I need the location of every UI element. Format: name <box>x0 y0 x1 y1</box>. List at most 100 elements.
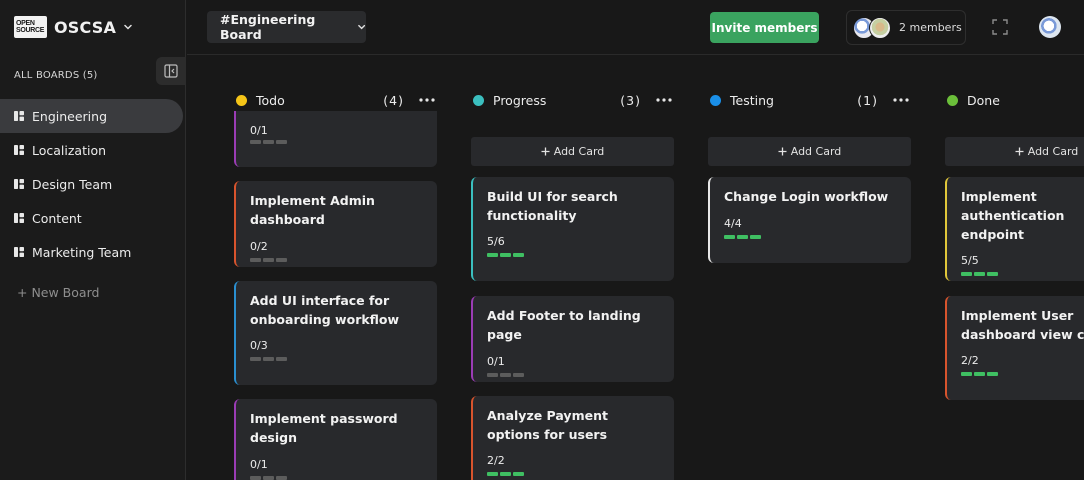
column-title: Testing <box>730 92 774 108</box>
sidebar-item-marketing-team[interactable]: Marketing Team <box>0 235 183 269</box>
progress-segment <box>263 258 274 262</box>
open-source-logo: OPEN SOURCE <box>14 16 47 38</box>
progress-bar <box>487 472 660 476</box>
progress-segment <box>724 235 735 239</box>
add-card-button[interactable]: Add Card <box>945 137 1084 166</box>
sidebar-item-design-team[interactable]: Design Team <box>0 167 183 201</box>
card-progress: 2/2 <box>961 354 979 367</box>
progress-bar <box>724 235 897 239</box>
sidebar-collapse-icon <box>164 64 178 78</box>
column-header: Todo (4) <box>234 91 438 109</box>
task-card[interactable]: Add Footer to landing page 0/1 <box>471 296 674 382</box>
invite-members-button[interactable]: Invite members <box>710 12 819 43</box>
progress-bar <box>961 372 1084 376</box>
progress-segment <box>263 140 274 144</box>
progress-segment <box>513 253 524 257</box>
members-count: 2 members <box>899 21 962 34</box>
progress-segment <box>487 253 498 257</box>
chevron-down-icon <box>124 24 132 30</box>
progress-segment <box>961 272 972 276</box>
progress-bar <box>250 258 423 262</box>
progress-segment <box>961 372 972 376</box>
card-progress: 0/3 <box>250 339 268 352</box>
progress-segment <box>276 357 287 361</box>
sidebar-item-engineering[interactable]: Engineering <box>0 99 183 133</box>
task-card[interactable]: Change Login workflow 4/4 <box>708 177 911 263</box>
column-count: (1) <box>857 92 878 108</box>
progress-segment <box>250 140 261 144</box>
avatar <box>869 16 891 39</box>
logo-line-1: OPEN <box>16 20 35 27</box>
task-card[interactable]: Build UI for search functionality 5/6 <box>471 177 674 281</box>
card-progress: 0/1 <box>250 458 268 471</box>
board-icon <box>14 111 24 121</box>
task-card[interactable]: Analyze Payment options for users 2/2 <box>471 396 674 480</box>
fullscreen-icon[interactable] <box>992 19 1008 35</box>
card-progress: 0/1 <box>250 124 268 137</box>
plus-icon <box>1015 147 1024 156</box>
add-card-label: Add Card <box>1027 145 1079 158</box>
chevron-down-icon <box>357 24 365 30</box>
progress-segment <box>250 258 261 262</box>
more-dots-icon[interactable] <box>893 94 909 106</box>
sidebar: OPEN SOURCE OSCSA ALL BOARDS (5) Enginee… <box>0 0 186 480</box>
board-selector-label: #Engineering Board <box>220 12 316 42</box>
new-board-button[interactable]: + New Board <box>17 285 99 300</box>
column-header: Progress (3) <box>471 91 675 109</box>
progress-segment <box>276 258 287 262</box>
all-boards-heading: ALL BOARDS (5) <box>14 70 98 81</box>
card-progress: 2/2 <box>487 454 505 467</box>
card-progress: 0/1 <box>487 355 505 368</box>
task-card[interactable]: Implement password design 0/1 <box>234 399 437 480</box>
card-progress: 0/2 <box>250 240 268 253</box>
sidebar-item-label: Content <box>32 210 82 226</box>
column-header: Testing (1) <box>708 91 912 109</box>
column-count: (4) <box>383 92 404 108</box>
task-card[interactable]: Add UI interface for onboarding workflow… <box>234 281 437 385</box>
card-title: Analyze Payment options for users <box>487 408 608 442</box>
progress-segment <box>487 472 498 476</box>
more-dots-icon[interactable] <box>656 94 672 106</box>
status-dot <box>236 94 247 106</box>
sidebar-item-label: Marketing Team <box>32 244 132 260</box>
card-title: Add Footer to landing page <box>487 308 641 342</box>
status-dot <box>473 94 484 106</box>
logo-line-2: SOURCE <box>16 27 45 34</box>
progress-segment <box>276 476 287 480</box>
more-dots-icon[interactable] <box>419 94 435 106</box>
add-card-button[interactable]: Add Card <box>471 137 674 166</box>
progress-segment <box>987 372 998 376</box>
column-header: Done <box>945 91 1084 109</box>
card-title: Implement authentication endpoint <box>961 189 1065 242</box>
progress-segment <box>263 476 274 480</box>
progress-bar <box>250 140 423 144</box>
progress-segment <box>513 373 524 377</box>
add-card-button[interactable]: Add Card <box>708 137 911 166</box>
brand-switcher[interactable]: OPEN SOURCE OSCSA <box>14 16 133 38</box>
user-avatar[interactable] <box>1039 16 1061 38</box>
sidebar-item-localization[interactable]: Localization <box>0 133 183 167</box>
task-card[interactable]: 0/1 <box>234 111 437 167</box>
progress-bar <box>250 476 423 480</box>
sidebar-item-content[interactable]: Content <box>0 201 183 235</box>
status-dot <box>710 94 721 106</box>
task-card[interactable]: Implement authentication endpoint 5/5 <box>945 177 1084 281</box>
board-icon <box>14 213 24 223</box>
progress-segment <box>737 235 748 239</box>
progress-segment <box>974 372 985 376</box>
progress-segment <box>250 357 261 361</box>
status-dot <box>947 94 958 106</box>
plus-icon <box>778 147 787 156</box>
column-count: (3) <box>620 92 641 108</box>
board-icon <box>14 247 24 257</box>
add-card-label: Add Card <box>553 145 605 158</box>
progress-segment <box>750 235 761 239</box>
column-todo: Todo (4) 0/1 Implement Admin dashboard 0… <box>234 55 438 480</box>
collapse-sidebar-button[interactable] <box>156 57 186 85</box>
card-title: Add UI interface for onboarding workflow <box>250 293 400 327</box>
members-summary[interactable]: 2 members <box>846 10 966 45</box>
task-card[interactable]: Implement User dashboard view course 2/2 <box>945 296 1084 400</box>
progress-bar <box>250 357 423 361</box>
task-card[interactable]: Implement Admin dashboard 0/2 <box>234 181 437 267</box>
board-selector[interactable]: #Engineering Board <box>207 11 366 43</box>
